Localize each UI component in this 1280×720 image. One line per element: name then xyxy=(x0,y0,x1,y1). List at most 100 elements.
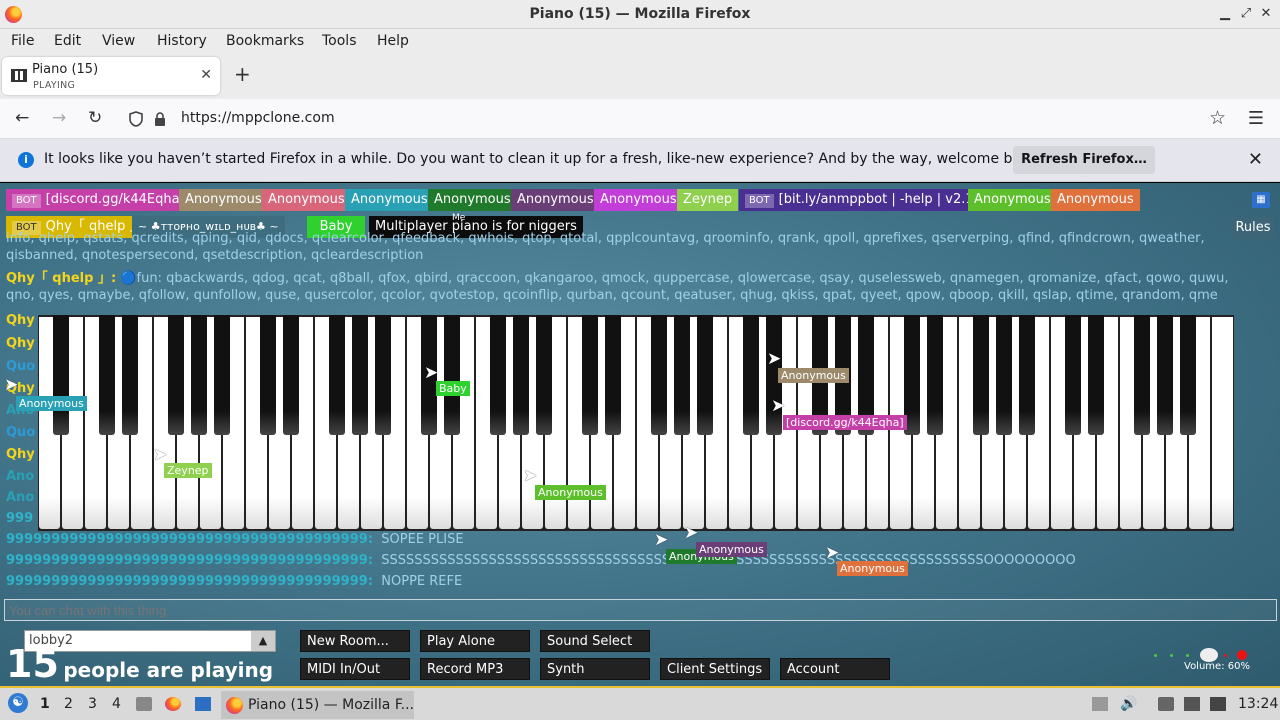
chat-input[interactable] xyxy=(4,599,1277,621)
back-button[interactable]: ← xyxy=(15,108,29,128)
piano-black-key[interactable] xyxy=(122,315,138,435)
volume-label: Volume: 60% xyxy=(1184,661,1250,672)
piano-black-key[interactable] xyxy=(651,315,667,435)
piano-black-key[interactable] xyxy=(927,315,943,435)
menu-view[interactable]: View xyxy=(102,33,135,49)
piano-black-key[interactable] xyxy=(1134,315,1150,435)
cursor-label: Anonymous xyxy=(535,485,606,500)
piano-black-key[interactable] xyxy=(582,315,598,435)
piano-black-key[interactable] xyxy=(214,315,230,435)
volume-tray-icon[interactable]: 🔊 xyxy=(1120,696,1137,712)
account-button[interactable]: Account xyxy=(780,658,890,680)
menu-history[interactable]: History xyxy=(157,33,207,49)
piano-black-key[interactable] xyxy=(168,315,184,435)
midi-button[interactable]: MIDI In/Out xyxy=(300,658,410,680)
tracking-shield-icon[interactable] xyxy=(129,111,143,127)
forward-button[interactable]: → xyxy=(52,108,66,128)
minimize-button[interactable]: ▁ xyxy=(1216,5,1234,23)
bookmark-star-icon[interactable]: ☆ xyxy=(1209,107,1226,129)
url-bar[interactable]: https://mppclone.com ☆ xyxy=(120,104,1238,134)
piano-black-key[interactable] xyxy=(743,315,759,435)
refresh-firefox-button[interactable]: Refresh Firefox… xyxy=(1013,146,1155,174)
workspace-3[interactable]: 3 xyxy=(88,696,97,712)
piano-black-key[interactable] xyxy=(352,315,368,435)
menu-file[interactable]: File xyxy=(11,33,34,49)
piano-keyboard[interactable] xyxy=(38,315,1234,531)
workspace-2[interactable]: 2 xyxy=(64,696,73,712)
workspace-4[interactable]: 4 xyxy=(112,696,121,712)
piano-black-key[interactable] xyxy=(1180,315,1196,435)
piano-black-key[interactable] xyxy=(53,315,69,435)
synth-button[interactable]: Synth xyxy=(540,658,650,680)
network-tray-icon[interactable] xyxy=(1210,697,1226,711)
piano-black-key[interactable] xyxy=(490,315,506,435)
menu-tools[interactable]: Tools xyxy=(322,33,357,49)
user-tag[interactable]: Anonymous xyxy=(594,189,683,211)
user-tag[interactable]: Anonymous xyxy=(345,189,434,211)
desktop-icon[interactable] xyxy=(195,697,211,711)
user-tag[interactable]: BOT [bit.ly/anmppbot | -help | v2.1] xyxy=(739,189,985,211)
notification-close-icon[interactable]: ✕ xyxy=(1248,149,1263,170)
workspace-1[interactable]: 1 xyxy=(40,696,50,712)
piano-black-key[interactable] xyxy=(973,315,989,435)
volume-knob[interactable] xyxy=(1200,648,1218,662)
menu-bookmarks[interactable]: Bookmarks xyxy=(226,33,304,49)
user-tag[interactable]: Anonymous xyxy=(511,189,600,211)
piano-black-key[interactable] xyxy=(996,315,1012,435)
piano-black-key[interactable] xyxy=(99,315,115,435)
piano-black-key[interactable] xyxy=(1157,315,1173,435)
piano-black-key[interactable] xyxy=(283,315,299,435)
piano-black-key[interactable] xyxy=(674,315,690,435)
reload-button[interactable]: ↻ xyxy=(88,108,102,128)
piano-black-key[interactable] xyxy=(375,315,391,435)
tray-arrow-icon[interactable] xyxy=(1092,697,1108,711)
piano-black-key[interactable] xyxy=(605,315,621,435)
user-tag[interactable]: Anonymous xyxy=(179,189,268,211)
piano-black-key[interactable] xyxy=(444,315,460,435)
record-mp3-button[interactable]: Record MP3 xyxy=(420,658,530,680)
lock-icon[interactable] xyxy=(154,112,166,126)
user-tag[interactable]: Zeynep xyxy=(677,189,739,211)
piano-black-key[interactable] xyxy=(260,315,276,435)
navigation-bar: ← → ↻ https://mppclone.com ☆ ☰ xyxy=(0,99,1280,139)
url-text[interactable]: https://mppclone.com xyxy=(181,110,335,126)
me-label: Me xyxy=(452,213,466,223)
taskbar-window-firefox[interactable]: Piano (15) — Mozilla F... xyxy=(221,691,414,719)
tab-strip: Piano (15) PLAYING ✕ + xyxy=(0,54,1280,99)
app-menu-icon[interactable]: ☰ xyxy=(1248,108,1264,129)
chat-name: Quo xyxy=(6,425,36,440)
piano-black-key[interactable] xyxy=(513,315,529,435)
tab-close-icon[interactable]: ✕ xyxy=(200,67,212,83)
chat-command-list: info, qhelp, qstats, qcredits, qping, qi… xyxy=(6,231,1205,263)
user-tag[interactable]: Anonymous xyxy=(1051,189,1140,211)
tab-playing-label: PLAYING xyxy=(33,80,76,91)
piano-black-key[interactable] xyxy=(1019,315,1035,435)
user-tag[interactable]: Anonymous xyxy=(428,189,517,211)
client-settings-button[interactable]: Client Settings xyxy=(660,658,770,680)
start-menu-icon[interactable]: ☯ xyxy=(8,693,28,713)
maximize-button[interactable]: ⤢ xyxy=(1237,5,1255,23)
user-tag[interactable]: Anonymous xyxy=(262,189,351,211)
tab-piano[interactable]: Piano (15) PLAYING ✕ xyxy=(2,57,220,95)
menu-edit[interactable]: Edit xyxy=(54,33,81,49)
new-room-button[interactable]: New Room... xyxy=(300,630,410,652)
piano-black-key[interactable] xyxy=(1065,315,1081,435)
menu-help[interactable]: Help xyxy=(377,33,409,49)
sound-select-button[interactable]: Sound Select xyxy=(540,630,650,652)
piano-black-key[interactable] xyxy=(329,315,345,435)
display-tray-icon[interactable] xyxy=(1184,697,1200,711)
grid-icon[interactable]: ▦ xyxy=(1252,192,1270,208)
play-alone-button[interactable]: Play Alone xyxy=(420,630,530,652)
firefox-launcher-icon[interactable] xyxy=(165,697,181,711)
user-tag[interactable]: Anonymous xyxy=(968,189,1057,211)
file-manager-icon[interactable] xyxy=(136,697,152,711)
piano-white-key[interactable] xyxy=(1212,317,1233,529)
piano-black-key[interactable] xyxy=(191,315,207,435)
new-tab-button[interactable]: + xyxy=(234,64,251,84)
clipboard-tray-icon[interactable] xyxy=(1158,697,1174,711)
piano-black-key[interactable] xyxy=(536,315,552,435)
piano-black-key[interactable] xyxy=(1088,315,1104,435)
user-tag[interactable]: BOT [discord.gg/k44Eqha] xyxy=(6,189,191,211)
piano-black-key[interactable] xyxy=(697,315,713,435)
close-window-button[interactable]: ✕ xyxy=(1257,5,1275,23)
